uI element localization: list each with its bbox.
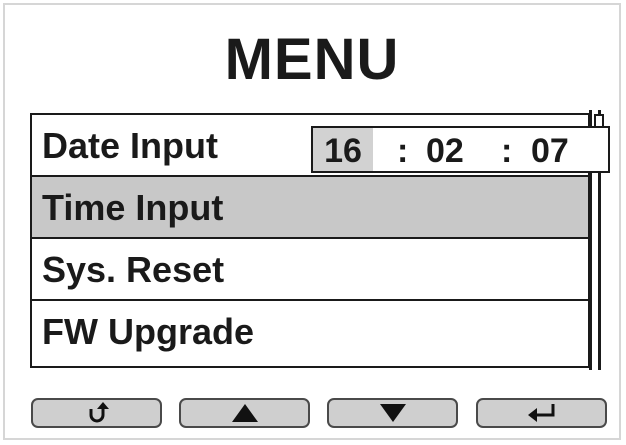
enter-button[interactable] [476, 398, 607, 428]
back-button[interactable] [31, 398, 162, 428]
enter-icon [527, 404, 554, 422]
hour-field[interactable]: 16 [313, 128, 373, 171]
up-button[interactable] [179, 398, 310, 428]
menu-item-sys-reset[interactable]: Sys. Reset [32, 239, 588, 301]
arrow-down-icon [379, 404, 406, 422]
back-icon [89, 402, 109, 423]
second-field[interactable]: 07 [531, 128, 569, 171]
time-separator: : [501, 132, 513, 170]
minute-field[interactable]: 02 [426, 128, 464, 171]
time-input-field[interactable]: 16 : 02 : 07 [311, 126, 610, 173]
menu-item-time-input[interactable]: Time Input [32, 177, 588, 239]
page-title: MENU [224, 27, 400, 92]
down-button[interactable] [327, 398, 458, 428]
menu-item-fw-upgrade[interactable]: FW Upgrade [32, 301, 588, 363]
time-separator: : [397, 132, 409, 170]
arrow-up-icon [231, 404, 258, 422]
